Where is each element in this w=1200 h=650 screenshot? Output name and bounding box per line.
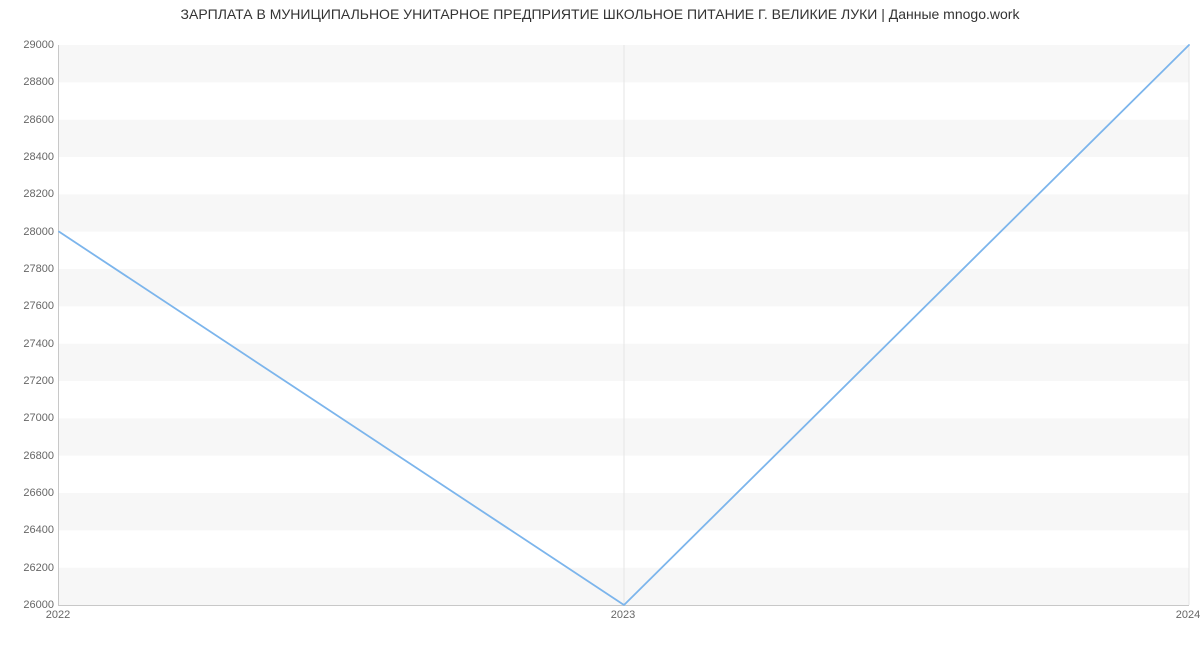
y-tick-label: 26600 <box>4 487 54 499</box>
x-tick-label: 2023 <box>611 609 635 621</box>
plot-area <box>58 45 1189 606</box>
y-tick-label: 28000 <box>4 226 54 238</box>
y-tick-label: 27200 <box>4 375 54 387</box>
y-tick-label: 27800 <box>4 263 54 275</box>
y-tick-label: 27000 <box>4 412 54 424</box>
y-tick-label: 28400 <box>4 151 54 163</box>
y-tick-label: 27400 <box>4 338 54 350</box>
y-tick-label: 29000 <box>4 39 54 51</box>
salary-chart: ЗАРПЛАТА В МУНИЦИПАЛЬНОЕ УНИТАРНОЕ ПРЕДП… <box>0 0 1200 650</box>
y-tick-label: 27600 <box>4 300 54 312</box>
y-tick-label: 26800 <box>4 450 54 462</box>
x-tick-label: 2022 <box>46 609 70 621</box>
y-tick-label: 26200 <box>4 562 54 574</box>
y-tick-label: 28200 <box>4 188 54 200</box>
y-tick-label: 28600 <box>4 114 54 126</box>
x-tick-label: 2024 <box>1176 609 1200 621</box>
y-tick-label: 26400 <box>4 524 54 536</box>
y-tick-label: 28800 <box>4 76 54 88</box>
chart-title: ЗАРПЛАТА В МУНИЦИПАЛЬНОЕ УНИТАРНОЕ ПРЕДП… <box>0 6 1200 22</box>
